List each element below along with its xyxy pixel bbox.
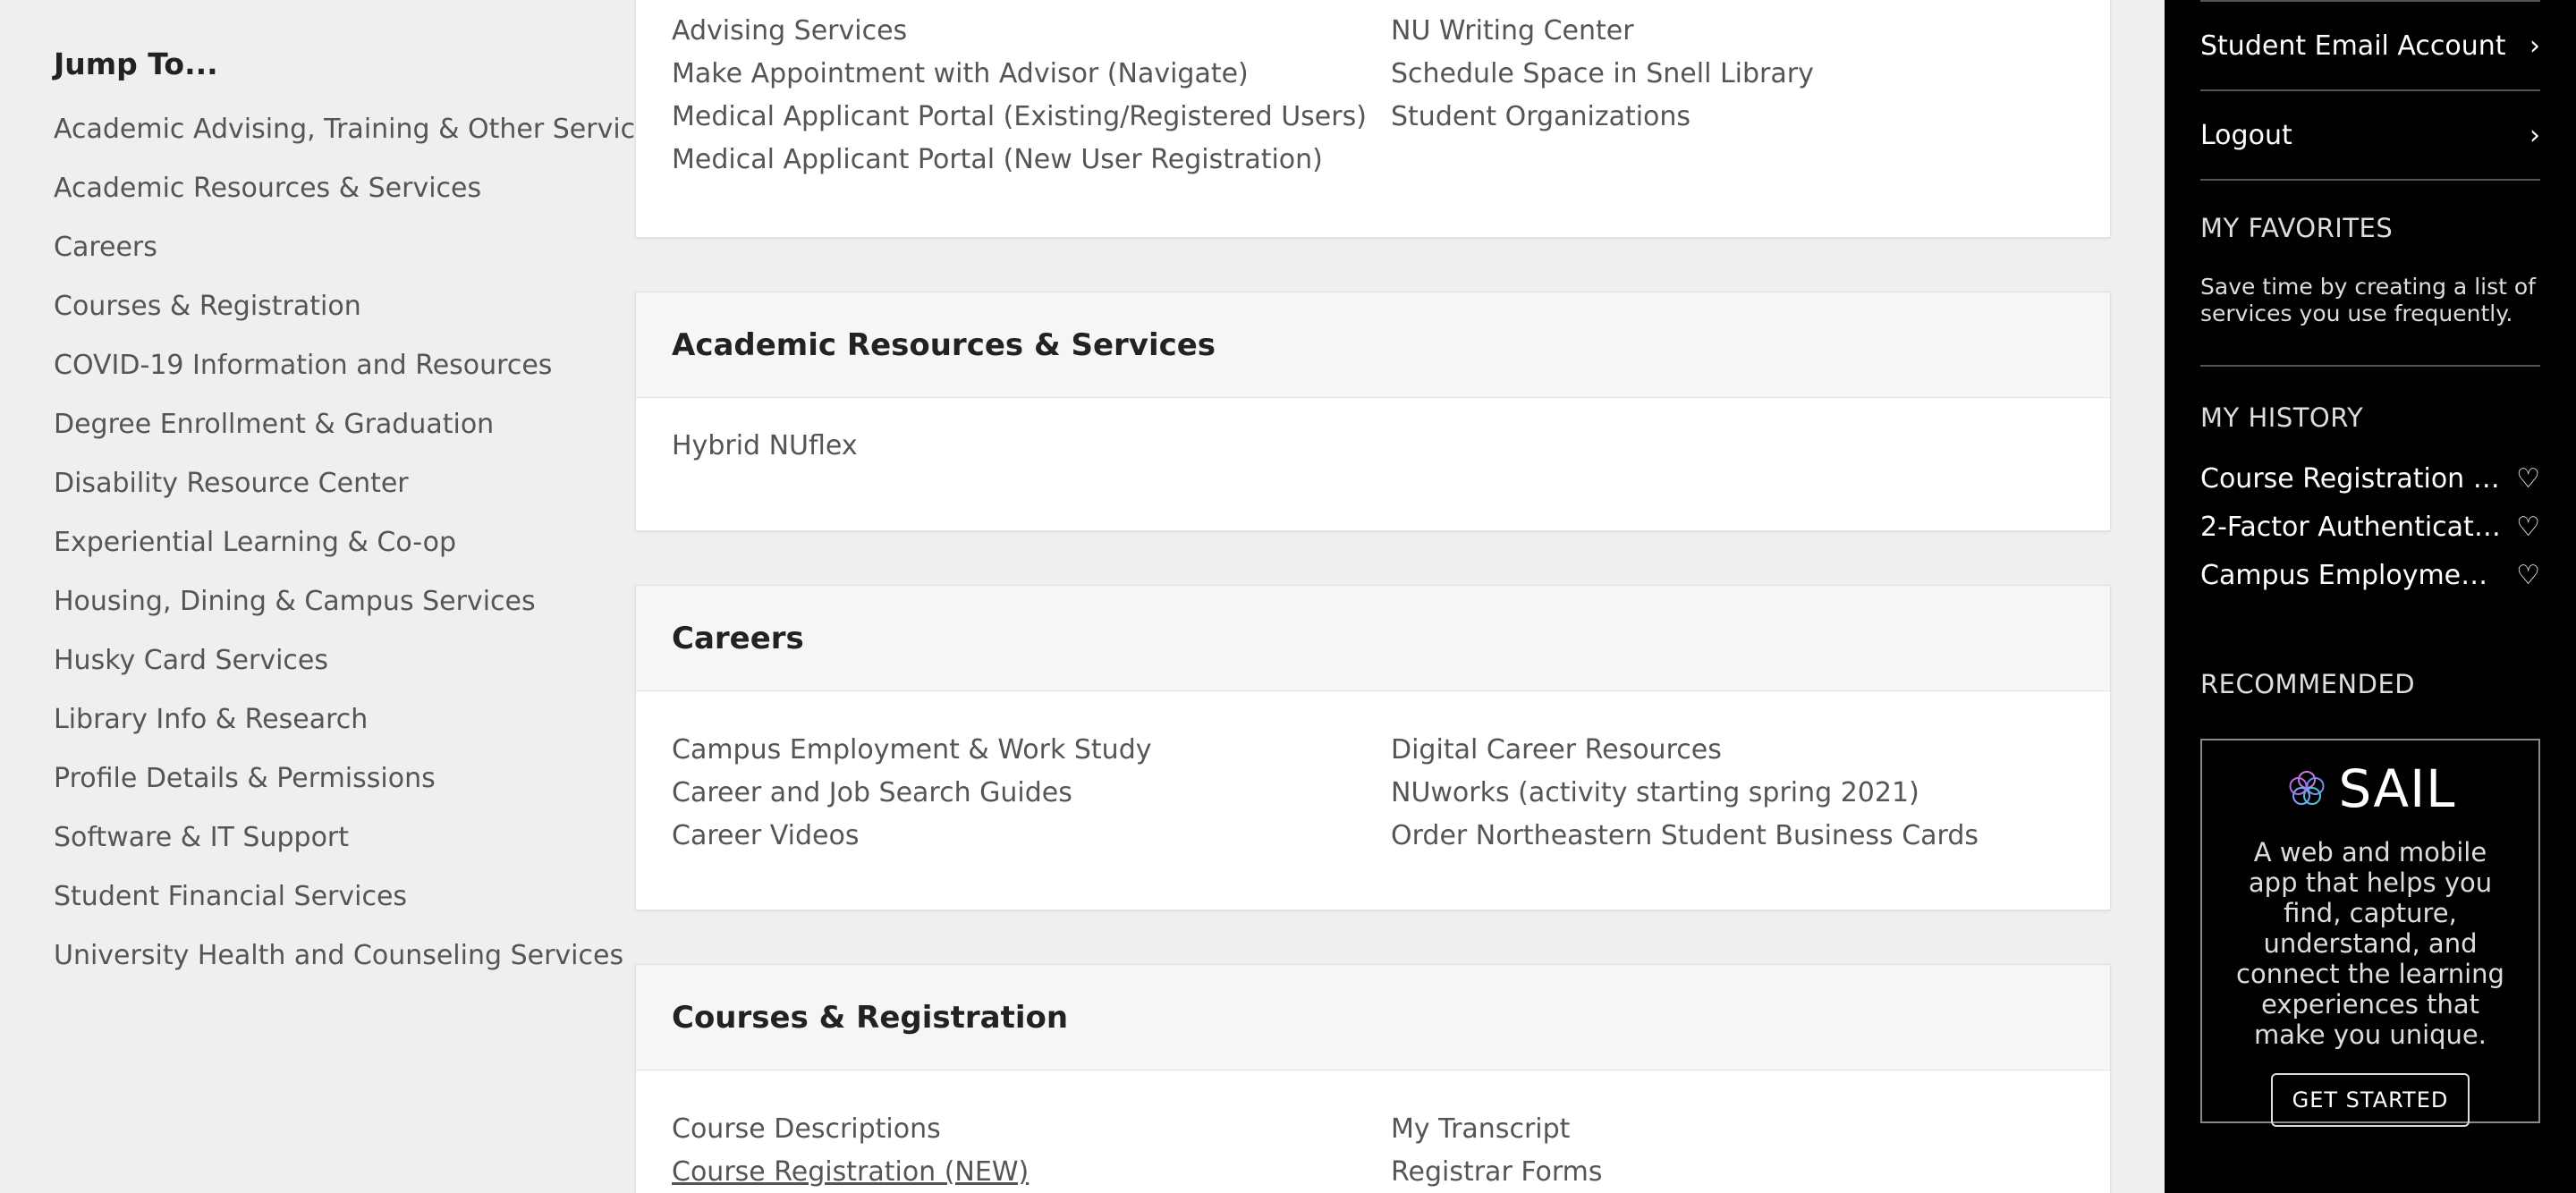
card-header: Careers [636,586,2110,691]
heart-icon[interactable]: ♡ [2516,560,2540,591]
history-item-label: Campus Employment &... [2200,559,2504,591]
jump-to-nav: Jump To... Academic Advising, Training &… [54,47,665,997]
favorites-section: MY FAVORITES Save time by creating a lis… [2200,213,2540,367]
service-link[interactable]: Digital Career Resources [1391,729,2110,772]
jump-link[interactable]: Careers [54,230,608,289]
jump-link[interactable]: Experiential Learning & Co-op [54,525,608,584]
advising-col-1: Advising Services Make Appointment with … [672,10,1391,182]
logout-label: Logout [2200,119,2292,151]
jump-link[interactable]: Degree Enrollment & Graduation [54,407,608,466]
courses-col-2: My Transcript Registrar Forms [1391,1108,2110,1193]
service-link[interactable]: Career and Job Search Guides [672,772,1391,815]
email-account-link[interactable]: Student Email Account › [2200,2,2540,91]
advising-card: Advising Services Make Appointment with … [635,0,2111,238]
sail-logo-text: SAIL [2338,758,2456,819]
jump-link[interactable]: Husky Card Services [54,643,608,702]
service-link[interactable]: Registrar Forms [1391,1151,2110,1193]
card-body: Campus Employment & Work Study Career an… [636,691,2110,858]
courses-col-1: Course Descriptions Course Registration … [672,1108,1391,1193]
heart-icon[interactable]: ♡ [2516,463,2540,495]
resources-col-1: Hybrid NUflex [672,425,1400,468]
advising-card-body: Advising Services Make Appointment with … [636,0,2110,182]
service-link[interactable]: Medical Applicant Portal (Existing/Regis… [672,96,1391,139]
service-link[interactable]: Make Appointment with Advisor (Navigate) [672,53,1391,96]
jump-link[interactable]: Disability Resource Center [54,466,608,525]
card-title: Courses & Registration [672,999,1069,1036]
service-link[interactable]: My Transcript [1391,1108,2110,1151]
service-link[interactable]: Campus Employment & Work Study [672,729,1391,772]
service-link[interactable]: NUworks (activity starting spring 2021) [1391,772,2110,815]
email-account-label: Student Email Account [2200,30,2506,62]
sail-flower-icon [2289,771,2324,805]
divider [2200,365,2540,367]
advising-col-2: NU Writing Center Schedule Space in Snel… [1391,10,2110,182]
history-heading: MY HISTORY [2200,402,2364,433]
favorites-text: Save time by creating a list of services… [2200,274,2536,326]
recommended-heading: RECOMMENDED [2200,669,2416,699]
service-link[interactable]: NU Writing Center [1391,10,2110,53]
service-link[interactable]: Order Northeastern Student Business Card… [1391,815,2110,858]
card-header: Courses & Registration [636,965,2110,1070]
service-link[interactable]: Hybrid NUflex [672,425,1400,468]
jump-to-title: Jump To... [54,47,218,81]
service-link[interactable]: Career Videos [672,815,1391,858]
careers-card: Careers Campus Employment & Work Study C… [635,585,2111,910]
logout-link[interactable]: Logout › [2200,91,2540,181]
jump-link[interactable]: Courses & Registration [54,289,608,348]
chevron-right-icon: › [2529,119,2540,151]
jump-link[interactable]: Student Financial Services [54,879,608,938]
careers-col-2: Digital Career Resources NUworks (activi… [1391,729,2110,858]
service-link[interactable]: Student Organizations [1391,96,2110,139]
chevron-right-icon: › [2529,30,2540,62]
get-started-button[interactable]: GET STARTED [2271,1073,2470,1127]
jump-link[interactable]: Housing, Dining & Campus Services [54,584,608,643]
card-header: Academic Resources & Services [636,292,2110,398]
favorites-heading: MY FAVORITES [2200,213,2394,243]
history-item-label: 2-Factor Authentication ... [2200,511,2504,543]
jump-link[interactable]: Library Info & Research [54,702,608,761]
heart-icon[interactable]: ♡ [2516,512,2540,543]
sail-promo-card: SAIL A web and mobile app that helps you… [2200,739,2540,1127]
card-body: Course Descriptions Course Registration … [636,1070,2110,1193]
service-link[interactable]: Schedule Space in Snell Library [1391,53,2110,96]
card-body: Hybrid NUflex [636,398,2110,468]
service-link[interactable]: Course Descriptions [672,1108,1391,1151]
jump-link[interactable]: Software & IT Support [54,820,608,879]
jump-link[interactable]: University Health and Counseling Service… [54,938,623,997]
service-link[interactable]: Advising Services [672,10,1391,53]
jump-to-list: Academic Advising, Training & Other Serv… [54,112,665,997]
history-item[interactable]: 2-Factor Authentication ... ♡ [2200,503,2540,551]
courses-card: Courses & Registration Course Descriptio… [635,964,2111,1193]
service-link[interactable]: Medical Applicant Portal (New User Regis… [672,139,1391,182]
service-link[interactable]: Course Registration (NEW) [672,1151,1391,1193]
jump-link[interactable]: Academic Advising, Training & Other Serv… [54,112,665,171]
sail-logo: SAIL [2202,758,2538,819]
history-section: MY HISTORY Course Registration (NE... ♡ … [2200,402,2540,599]
academic-resources-card: Academic Resources & Services Hybrid NUf… [635,292,2111,531]
user-sidebar: Student Email Account › Logout › MY FAVO… [2165,0,2576,1193]
history-item[interactable]: Campus Employment &... ♡ [2200,551,2540,599]
card-title: Academic Resources & Services [672,326,1216,363]
careers-col-1: Campus Employment & Work Study Career an… [672,729,1391,858]
jump-link[interactable]: COVID-19 Information and Resources [54,348,608,407]
history-item-label: Course Registration (NE... [2200,462,2504,495]
sail-promo-text: A web and mobile app that helps you find… [2236,837,2504,1050]
card-title: Careers [672,620,804,656]
jump-link[interactable]: Academic Resources & Services [54,171,608,230]
jump-link[interactable]: Profile Details & Permissions [54,761,608,820]
history-list: Course Registration (NE... ♡ 2-Factor Au… [2200,454,2540,599]
history-item[interactable]: Course Registration (NE... ♡ [2200,454,2540,503]
